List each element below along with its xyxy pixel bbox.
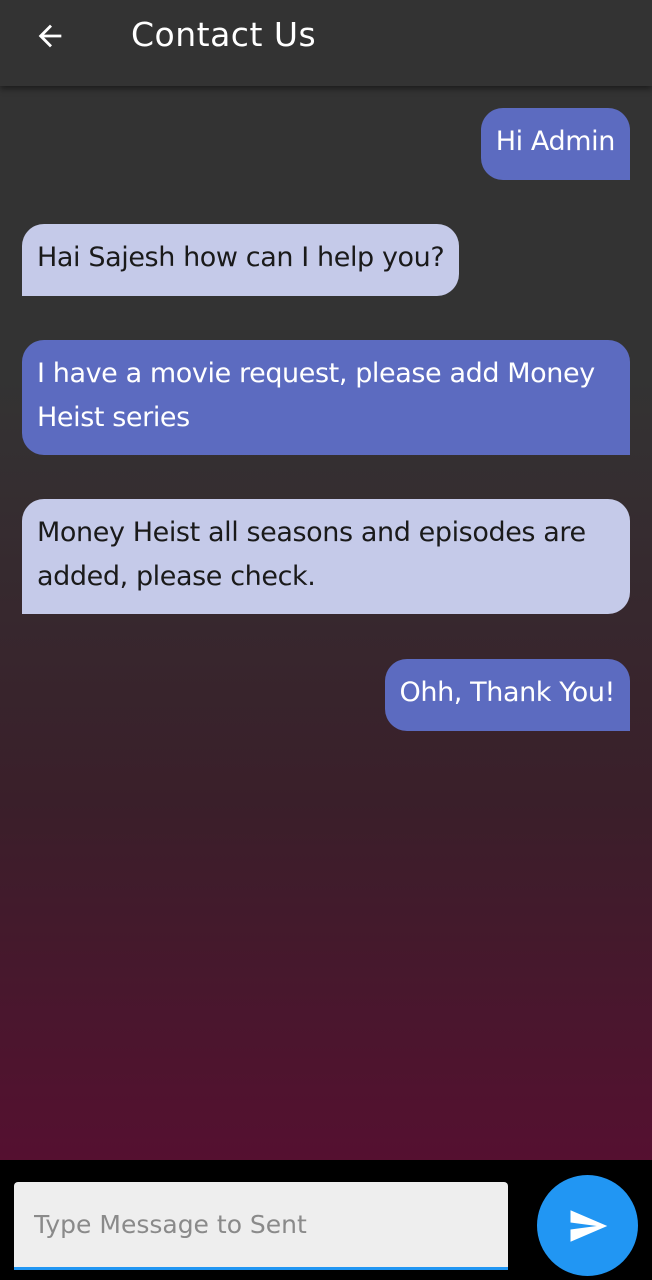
- message-sent: Hi Admin: [480, 108, 630, 180]
- page-title: Contact Us: [131, 15, 317, 54]
- send-button[interactable]: [537, 1175, 638, 1276]
- send-icon: [570, 1209, 607, 1242]
- app-bar: Contact Us: [0, 0, 652, 86]
- message-composer: [0, 1160, 652, 1280]
- message-received: Money Heist all seasons and episodes are…: [22, 499, 630, 614]
- back-button[interactable]: [22, 14, 78, 58]
- chat-messages[interactable]: Hi Admin Hai Sajesh how can I help you? …: [0, 86, 652, 1160]
- arrow-left-icon: [38, 24, 62, 48]
- message-input[interactable]: [14, 1182, 508, 1270]
- message-sent: Ohh, Thank You!: [384, 659, 630, 731]
- message-sent: I have a movie request, please add Money…: [22, 340, 630, 455]
- message-received: Hai Sajesh how can I help you?: [22, 224, 460, 296]
